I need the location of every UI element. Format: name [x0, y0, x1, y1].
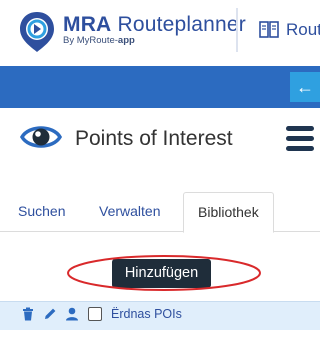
- highlight-ellipse-annotation: [67, 255, 261, 291]
- pencil-icon[interactable]: [43, 307, 57, 321]
- app-logo-subtitle: By MyRoute-app: [63, 35, 135, 46]
- header-divider: [236, 8, 238, 52]
- hamburger-menu-icon[interactable]: [286, 126, 314, 152]
- tab-suchen[interactable]: Suchen: [18, 192, 65, 232]
- user-icon[interactable]: [65, 307, 79, 321]
- panel-title: Points of Interest: [75, 127, 233, 150]
- eye-icon: [20, 126, 62, 148]
- toolbar-strip: [0, 66, 320, 108]
- collapse-panel-button[interactable]: ←: [290, 72, 320, 102]
- nav-route-link[interactable]: Rout: [286, 20, 320, 40]
- mra-logo-icon: [20, 12, 54, 52]
- list-item-label[interactable]: Ërdnas POIs: [111, 307, 182, 321]
- arrow-left-icon: ←: [296, 77, 314, 97]
- book-icon[interactable]: [259, 21, 279, 39]
- item-checkbox[interactable]: [88, 307, 102, 321]
- app-logo-title: MRA Routeplanner: [63, 13, 246, 36]
- tab-bibliothek[interactable]: Bibliothek: [183, 192, 274, 233]
- trash-icon[interactable]: [21, 307, 35, 321]
- tab-verwalten[interactable]: Verwalten: [99, 192, 160, 232]
